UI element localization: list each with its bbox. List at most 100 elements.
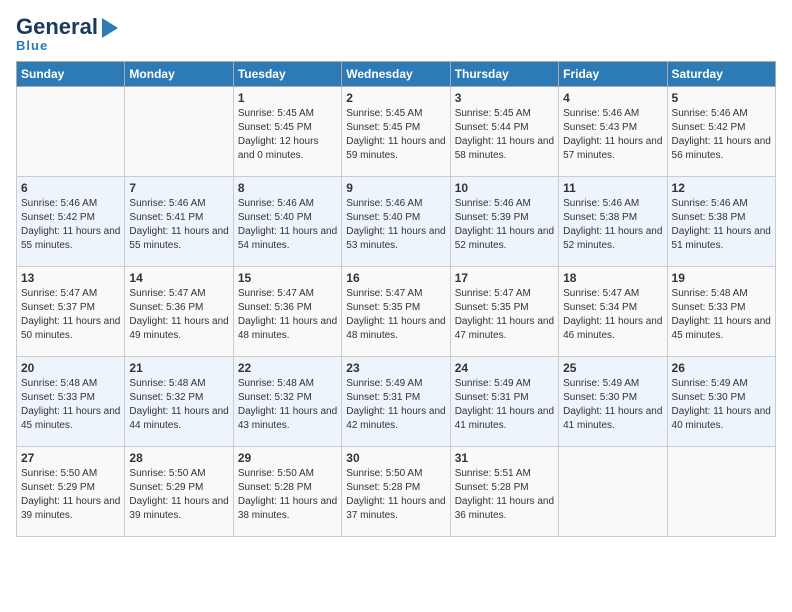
calendar-cell: 1Sunrise: 5:45 AM Sunset: 5:45 PM Daylig… <box>233 87 341 177</box>
calendar-cell: 14 Sunrise: 5:47 AM Sunset: 5:36 PM Dayli… <box>125 267 233 357</box>
day-number: 28 <box>129 451 228 465</box>
day-info: Sunrise: 5:49 AM Sunset: 5:30 PM Dayligh… <box>563 377 662 433</box>
day-info: Sunrise: 5:46 AM Sunset: 5:40 PM Dayligh… <box>346 197 445 253</box>
day-info: Sunrise: 5:50 AM Sunset: 5:28 PM Dayligh… <box>346 467 445 523</box>
day-info: Sunrise: 5:48 AM Sunset: 5:33 PM Dayligh… <box>672 287 771 343</box>
day-info: Sunrise: 5:48 AM Sunset: 5:32 PM Dayligh… <box>238 377 337 433</box>
calendar-cell: 12Sunrise: 5:46 AM Sunset: 5:38 PM Dayli… <box>667 177 775 267</box>
calendar-cell: 23 Sunrise: 5:49 AM Sunset: 5:31 PM Dayli… <box>342 357 450 447</box>
calendar-cell: 30 Sunrise: 5:50 AM Sunset: 5:28 PM Dayli… <box>342 447 450 537</box>
page-header: General Blue <box>16 16 776 53</box>
day-info: Sunrise: 5:47 AM Sunset: 5:35 PM Dayligh… <box>455 287 554 343</box>
calendar-cell: 2 Sunrise: 5:45 AM Sunset: 5:45 PM Daylig… <box>342 87 450 177</box>
calendar-cell: 19 Sunrise: 5:48 AM Sunset: 5:33 PM Dayli… <box>667 267 775 357</box>
calendar-cell: 7Sunrise: 5:46 AM Sunset: 5:41 PM Daylig… <box>125 177 233 267</box>
week-row-1: 1Sunrise: 5:45 AM Sunset: 5:45 PM Daylig… <box>17 87 776 177</box>
day-number: 9 <box>346 181 445 195</box>
day-number: 18 <box>563 271 662 285</box>
calendar-cell: 31 Sunrise: 5:51 AM Sunset: 5:28 PM Dayli… <box>450 447 558 537</box>
logo: General Blue <box>16 16 118 53</box>
day-number: 22 <box>238 361 337 375</box>
calendar-cell: 22 Sunrise: 5:48 AM Sunset: 5:32 PM Dayli… <box>233 357 341 447</box>
calendar-cell: 18 Sunrise: 5:47 AM Sunset: 5:34 PM Dayli… <box>559 267 667 357</box>
day-info: Sunrise: 5:50 AM Sunset: 5:29 PM Dayligh… <box>21 467 120 523</box>
header-row: SundayMondayTuesdayWednesdayThursdayFrid… <box>17 62 776 87</box>
day-number: 4 <box>563 91 662 105</box>
day-header-wednesday: Wednesday <box>342 62 450 87</box>
day-info: Sunrise: 5:50 AM Sunset: 5:28 PM Dayligh… <box>238 467 337 523</box>
day-number: 24 <box>455 361 554 375</box>
day-info: Sunrise: 5:46 AM Sunset: 5:42 PM Dayligh… <box>672 107 771 163</box>
day-header-monday: Monday <box>125 62 233 87</box>
calendar-cell: 10 Sunrise: 5:46 AM Sunset: 5:39 PM Dayli… <box>450 177 558 267</box>
day-number: 5 <box>672 91 771 105</box>
calendar-cell: 17 Sunrise: 5:47 AM Sunset: 5:35 PM Dayli… <box>450 267 558 357</box>
day-info: Sunrise: 5:46 AM Sunset: 5:38 PM Dayligh… <box>672 197 771 253</box>
day-info: Sunrise: 5:51 AM Sunset: 5:28 PM Dayligh… <box>455 467 554 523</box>
day-info: Sunrise: 5:45 AM Sunset: 5:44 PM Dayligh… <box>455 107 554 163</box>
day-info: Sunrise: 5:47 AM Sunset: 5:36 PM Dayligh… <box>238 287 337 343</box>
day-number: 19 <box>672 271 771 285</box>
calendar-cell: 11Sunrise: 5:46 AM Sunset: 5:38 PM Dayli… <box>559 177 667 267</box>
day-number: 7 <box>129 181 228 195</box>
day-number: 20 <box>21 361 120 375</box>
day-number: 13 <box>21 271 120 285</box>
day-info: Sunrise: 5:49 AM Sunset: 5:31 PM Dayligh… <box>455 377 554 433</box>
calendar-cell: 21 Sunrise: 5:48 AM Sunset: 5:32 PM Dayli… <box>125 357 233 447</box>
day-number: 31 <box>455 451 554 465</box>
day-info: Sunrise: 5:50 AM Sunset: 5:29 PM Dayligh… <box>129 467 228 523</box>
day-number: 23 <box>346 361 445 375</box>
day-number: 3 <box>455 91 554 105</box>
logo-text: General <box>16 16 118 38</box>
calendar-cell: 9 Sunrise: 5:46 AM Sunset: 5:40 PM Daylig… <box>342 177 450 267</box>
logo-arrow-icon <box>102 18 118 38</box>
week-row-5: 27 Sunrise: 5:50 AM Sunset: 5:29 PM Dayli… <box>17 447 776 537</box>
day-info: Sunrise: 5:46 AM Sunset: 5:38 PM Dayligh… <box>563 197 662 253</box>
day-info: Sunrise: 5:49 AM Sunset: 5:30 PM Dayligh… <box>672 377 771 433</box>
calendar-cell: 27 Sunrise: 5:50 AM Sunset: 5:29 PM Dayli… <box>17 447 125 537</box>
day-info: Sunrise: 5:47 AM Sunset: 5:34 PM Dayligh… <box>563 287 662 343</box>
day-number: 8 <box>238 181 337 195</box>
day-number: 15 <box>238 271 337 285</box>
day-header-friday: Friday <box>559 62 667 87</box>
day-info: Sunrise: 5:45 AM Sunset: 5:45 PM Dayligh… <box>346 107 445 163</box>
day-number: 6 <box>21 181 120 195</box>
day-number: 29 <box>238 451 337 465</box>
calendar-cell: 15 Sunrise: 5:47 AM Sunset: 5:36 PM Dayli… <box>233 267 341 357</box>
calendar-cell: 24 Sunrise: 5:49 AM Sunset: 5:31 PM Dayli… <box>450 357 558 447</box>
day-info: Sunrise: 5:49 AM Sunset: 5:31 PM Dayligh… <box>346 377 445 433</box>
calendar-cell <box>667 447 775 537</box>
calendar-cell <box>125 87 233 177</box>
day-number: 2 <box>346 91 445 105</box>
day-number: 21 <box>129 361 228 375</box>
week-row-2: 6 Sunrise: 5:46 AM Sunset: 5:42 PM Daylig… <box>17 177 776 267</box>
calendar-table: SundayMondayTuesdayWednesdayThursdayFrid… <box>16 61 776 537</box>
day-header-saturday: Saturday <box>667 62 775 87</box>
day-info: Sunrise: 5:46 AM Sunset: 5:42 PM Dayligh… <box>21 197 120 253</box>
calendar-cell: 28 Sunrise: 5:50 AM Sunset: 5:29 PM Dayli… <box>125 447 233 537</box>
calendar-cell: 6 Sunrise: 5:46 AM Sunset: 5:42 PM Daylig… <box>17 177 125 267</box>
day-number: 27 <box>21 451 120 465</box>
calendar-cell: 13 Sunrise: 5:47 AM Sunset: 5:37 PM Dayli… <box>17 267 125 357</box>
day-number: 14 <box>129 271 228 285</box>
calendar-cell: 20Sunrise: 5:48 AM Sunset: 5:33 PM Dayli… <box>17 357 125 447</box>
day-header-tuesday: Tuesday <box>233 62 341 87</box>
week-row-3: 13 Sunrise: 5:47 AM Sunset: 5:37 PM Dayli… <box>17 267 776 357</box>
day-number: 17 <box>455 271 554 285</box>
week-row-4: 20Sunrise: 5:48 AM Sunset: 5:33 PM Dayli… <box>17 357 776 447</box>
day-info: Sunrise: 5:47 AM Sunset: 5:35 PM Dayligh… <box>346 287 445 343</box>
day-info: Sunrise: 5:47 AM Sunset: 5:37 PM Dayligh… <box>21 287 120 343</box>
day-info: Sunrise: 5:47 AM Sunset: 5:36 PM Dayligh… <box>129 287 228 343</box>
day-number: 30 <box>346 451 445 465</box>
day-info: Sunrise: 5:46 AM Sunset: 5:39 PM Dayligh… <box>455 197 554 253</box>
calendar-cell: 4Sunrise: 5:46 AM Sunset: 5:43 PM Daylig… <box>559 87 667 177</box>
day-info: Sunrise: 5:48 AM Sunset: 5:32 PM Dayligh… <box>129 377 228 433</box>
calendar-cell <box>17 87 125 177</box>
calendar-cell: 29 Sunrise: 5:50 AM Sunset: 5:28 PM Dayli… <box>233 447 341 537</box>
calendar-cell: 16Sunrise: 5:47 AM Sunset: 5:35 PM Dayli… <box>342 267 450 357</box>
day-info: Sunrise: 5:46 AM Sunset: 5:40 PM Dayligh… <box>238 197 337 253</box>
calendar-cell: 8 Sunrise: 5:46 AM Sunset: 5:40 PM Daylig… <box>233 177 341 267</box>
day-number: 10 <box>455 181 554 195</box>
calendar-cell <box>559 447 667 537</box>
day-header-thursday: Thursday <box>450 62 558 87</box>
